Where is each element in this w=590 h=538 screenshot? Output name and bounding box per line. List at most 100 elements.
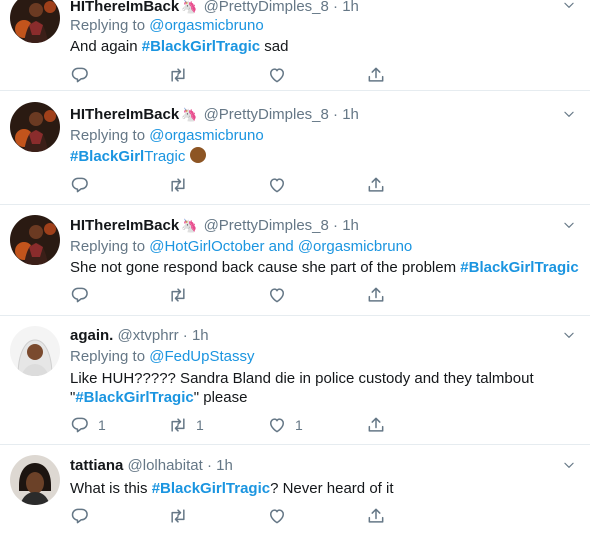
retweet-button[interactable] [168,175,196,195]
share-button[interactable] [366,285,386,305]
retweet-button[interactable]: 1 [168,415,204,435]
caret-down-icon[interactable] [562,107,576,121]
like-icon [267,175,287,195]
reply-icon [70,506,90,526]
display-name[interactable]: HIThereImBack [70,217,179,234]
like-count: 1 [295,417,303,433]
tweet[interactable]: tattiana @lolhabitat · 1h What is this #… [0,445,590,538]
tweet-text: And again #BlackGirlTragic sad [70,37,580,56]
timestamp[interactable]: 1h [216,457,233,474]
tweet[interactable]: again. @xtvphrr · 1h Replying to @FedUpS… [0,316,590,445]
avatar[interactable] [10,326,60,376]
hashtag-link[interactable]: #BlackGirlTragic [142,38,260,55]
avatar[interactable] [10,215,60,265]
like-icon [267,285,287,305]
replying-to: Replying to @orgasmicbruno [70,127,264,144]
timestamp[interactable]: 1h [192,327,209,344]
like-button[interactable] [267,506,295,526]
tweet[interactable]: HIThereImBack 🦄 @PrettyDimples_8 · 1h Rep… [0,0,590,91]
share-button[interactable] [366,506,386,526]
handle[interactable]: @xtvphrr [118,327,179,344]
tweet-header: tattiana @lolhabitat · 1h [70,457,233,474]
mention-link[interactable]: @orgasmicbruno [149,127,263,144]
replying-to: Replying to @HotGirlOctober and @orgasmi… [70,238,412,255]
caret-down-icon[interactable] [562,0,576,12]
retweet-button[interactable] [168,285,196,305]
share-button[interactable] [366,65,386,85]
tweet[interactable]: HIThereImBack 🦄 @PrettyDimples_8 · 1h Rep… [0,91,590,205]
mention-link[interactable]: @FedUpStassy [149,348,254,365]
tweet-text: What is this #BlackGirlTragic? Never hea… [70,479,580,498]
share-icon [366,415,386,435]
reply-button[interactable] [70,65,98,85]
reply-count: 1 [98,417,106,433]
replying-label: Replying to [70,17,146,34]
share-icon [366,285,386,305]
tweet-text: Like HUH????? Sandra Bland die in police… [70,369,580,407]
avatar[interactable] [10,0,60,43]
retweet-button[interactable] [168,65,196,85]
caret-down-icon[interactable] [562,328,576,342]
separator: · [333,0,339,15]
display-name[interactable]: again. [70,327,113,344]
text-segment: ? Never heard of it [270,480,394,497]
hashtag-link[interactable]: #BlackGirl [70,148,144,165]
tweet-text: #BlackGirlTragic [70,147,580,166]
display-name[interactable]: HIThereImBack [70,0,179,15]
tweet[interactable]: HIThereImBack 🦄 @PrettyDimples_8 · 1h Rep… [0,205,590,316]
text-segment: And again [70,38,142,55]
like-button[interactable] [267,175,295,195]
hashtag-link[interactable]: #BlackGirlTragic [75,389,193,406]
display-name[interactable]: HIThereImBack [70,106,179,123]
share-icon [366,175,386,195]
retweet-count: 1 [196,417,204,433]
unicorn-emoji: 🦄 [181,0,198,14]
retweet-button[interactable] [168,506,196,526]
hashtag-link[interactable]: #BlackGirlTragic [152,480,270,497]
text-segment: sad [260,38,289,55]
text-segment: She not gone respond back cause she part… [70,259,461,276]
text-segment: " please [193,389,248,406]
handle[interactable]: @PrettyDimples_8 [204,217,329,234]
like-icon [267,506,287,526]
retweet-icon [168,285,188,305]
timestamp[interactable]: 1h [342,0,359,15]
display-name[interactable]: tattiana [70,457,123,474]
tweet-actions [70,175,400,195]
timestamp[interactable]: 1h [342,217,359,234]
reply-button[interactable]: 1 [70,415,106,435]
reply-button[interactable] [70,506,98,526]
mention-link[interactable]: @orgasmicbruno [149,17,263,34]
reply-button[interactable] [70,175,98,195]
avatar[interactable] [10,455,60,505]
handle[interactable]: @PrettyDimples_8 [204,106,329,123]
replying-label: Replying to [70,127,146,144]
tweet-header: HIThereImBack 🦄 @PrettyDimples_8 · 1h [70,217,359,234]
reply-button[interactable] [70,285,98,305]
text-line: Like HUH????? Sandra Bland die in police… [70,370,534,387]
handle[interactable]: @PrettyDimples_8 [204,0,329,15]
like-button[interactable] [267,285,295,305]
share-button[interactable] [366,175,386,195]
tweet-actions: 1 1 1 [70,415,400,435]
retweet-icon [168,415,188,435]
retweet-icon [168,506,188,526]
handle[interactable]: @lolhabitat [128,457,203,474]
tweet-actions [70,506,400,526]
avatar[interactable] [10,102,60,152]
mention-link[interactable]: @HotGirlOctober and @orgasmicbruno [149,238,412,255]
timestamp[interactable]: 1h [342,106,359,123]
caret-down-icon[interactable] [562,218,576,232]
tweet-text: She not gone respond back cause she part… [70,258,580,277]
like-button[interactable] [267,65,295,85]
separator: · [333,217,339,234]
share-button[interactable] [366,415,386,435]
hashtag-link-rest[interactable]: Tragic [144,148,185,165]
caret-down-icon[interactable] [562,458,576,472]
hashtag-link[interactable]: #BlackGirlTragic [460,259,578,276]
tweet-header: HIThereImBack 🦄 @PrettyDimples_8 · 1h [70,106,359,123]
like-button[interactable]: 1 [267,415,303,435]
retweet-icon [168,175,188,195]
reply-icon [70,65,90,85]
share-icon [366,65,386,85]
